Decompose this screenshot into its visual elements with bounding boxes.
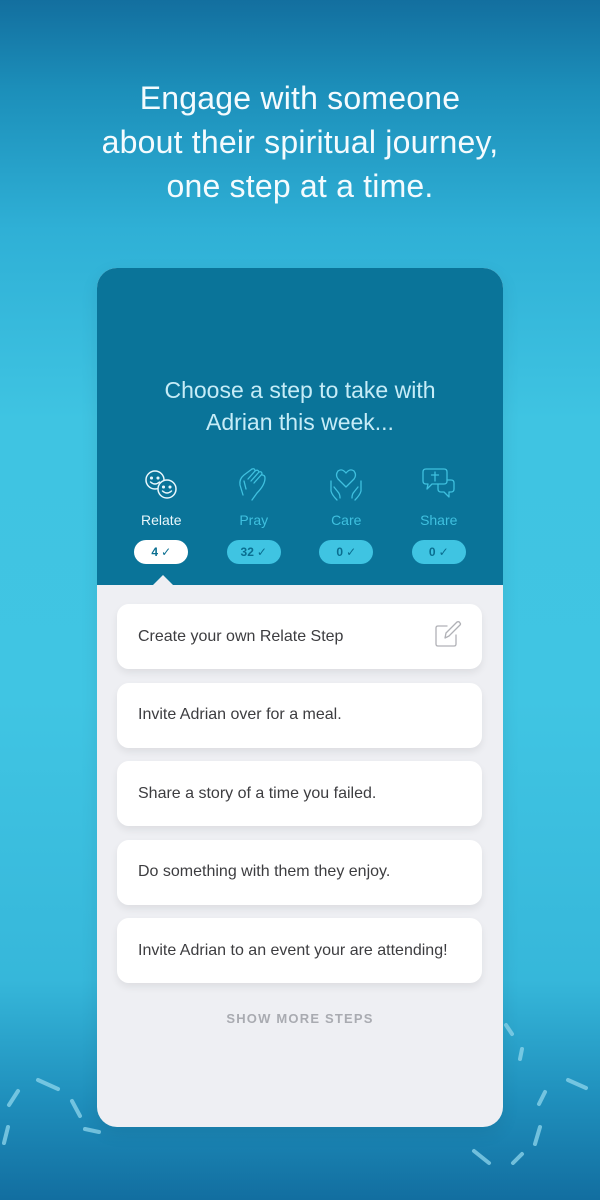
headline: Engage with someone about their spiritua… [0, 76, 600, 208]
step-text: Invite Adrian to an event your are atten… [138, 941, 448, 959]
count-value: 4 [151, 545, 159, 559]
tab-label: Relate [141, 512, 182, 528]
count-value: 0 [336, 545, 344, 559]
step-picker-card: Choose a step to take with Adrian this w… [97, 268, 503, 1127]
tab-label: Share [420, 512, 458, 528]
card-header: Choose a step to take with Adrian this w… [97, 268, 503, 586]
headline-line: about their spiritual journey, [101, 124, 499, 160]
active-tab-pointer [152, 575, 174, 586]
show-more-steps-button[interactable]: SHOW MORE STEPS [97, 1011, 503, 1026]
step-item[interactable]: Do something with them they enjoy. [117, 839, 482, 905]
step-text: Create your own Relate Step [138, 627, 344, 645]
completed-count-badge: 32 ✓ [226, 540, 281, 564]
headline-line: one step at a time. [166, 168, 434, 204]
two-smiley-faces-icon [141, 466, 181, 504]
prompt-line: Choose a step to take with [164, 377, 436, 403]
step-item[interactable]: Share a story of a time you failed. [117, 761, 482, 826]
step-text: Do something with them they enjoy. [138, 863, 391, 880]
category-tabs: Relate 4 ✓ Pray 32 ✓ Care 0 ✓ Share 0 ✓ [115, 466, 485, 564]
completed-count-badge: 4 ✓ [134, 540, 189, 564]
praying-hands-icon [234, 466, 274, 504]
check-icon: ✓ [346, 545, 357, 559]
step-item[interactable]: Invite Adrian over for a meal. [117, 682, 482, 748]
check-icon: ✓ [161, 545, 172, 559]
step-item[interactable]: Invite Adrian to an event your are atten… [117, 918, 482, 983]
create-own-step-button[interactable]: Create your own Relate Step [117, 604, 482, 669]
heart-hands-icon [326, 466, 366, 504]
step-text: Invite Adrian over for a meal. [138, 706, 342, 723]
tab-pray[interactable]: Pray 32 ✓ [208, 466, 301, 564]
check-icon: ✓ [256, 545, 267, 559]
tab-label: Care [331, 512, 362, 528]
check-icon: ✓ [438, 545, 449, 559]
cross-speech-bubbles-icon [419, 466, 459, 504]
tab-relate[interactable]: Relate 4 ✓ [115, 466, 208, 564]
step-prompt: Choose a step to take with Adrian this w… [97, 374, 503, 438]
prompt-line: Adrian this week... [206, 409, 394, 435]
count-value: 0 [428, 545, 436, 559]
tab-share[interactable]: Share 0 ✓ [393, 466, 486, 564]
completed-count-badge: 0 ✓ [319, 540, 374, 564]
count-value: 32 [240, 545, 254, 559]
completed-count-badge: 0 ✓ [411, 540, 466, 564]
edit-icon [434, 620, 462, 653]
step-list: Create your own Relate Step Invite Adria… [117, 604, 482, 997]
step-text: Share a story of a time you failed. [138, 784, 377, 802]
tab-label: Pray [239, 512, 269, 528]
headline-line: Engage with someone [139, 80, 461, 116]
tab-care[interactable]: Care 0 ✓ [300, 466, 393, 564]
